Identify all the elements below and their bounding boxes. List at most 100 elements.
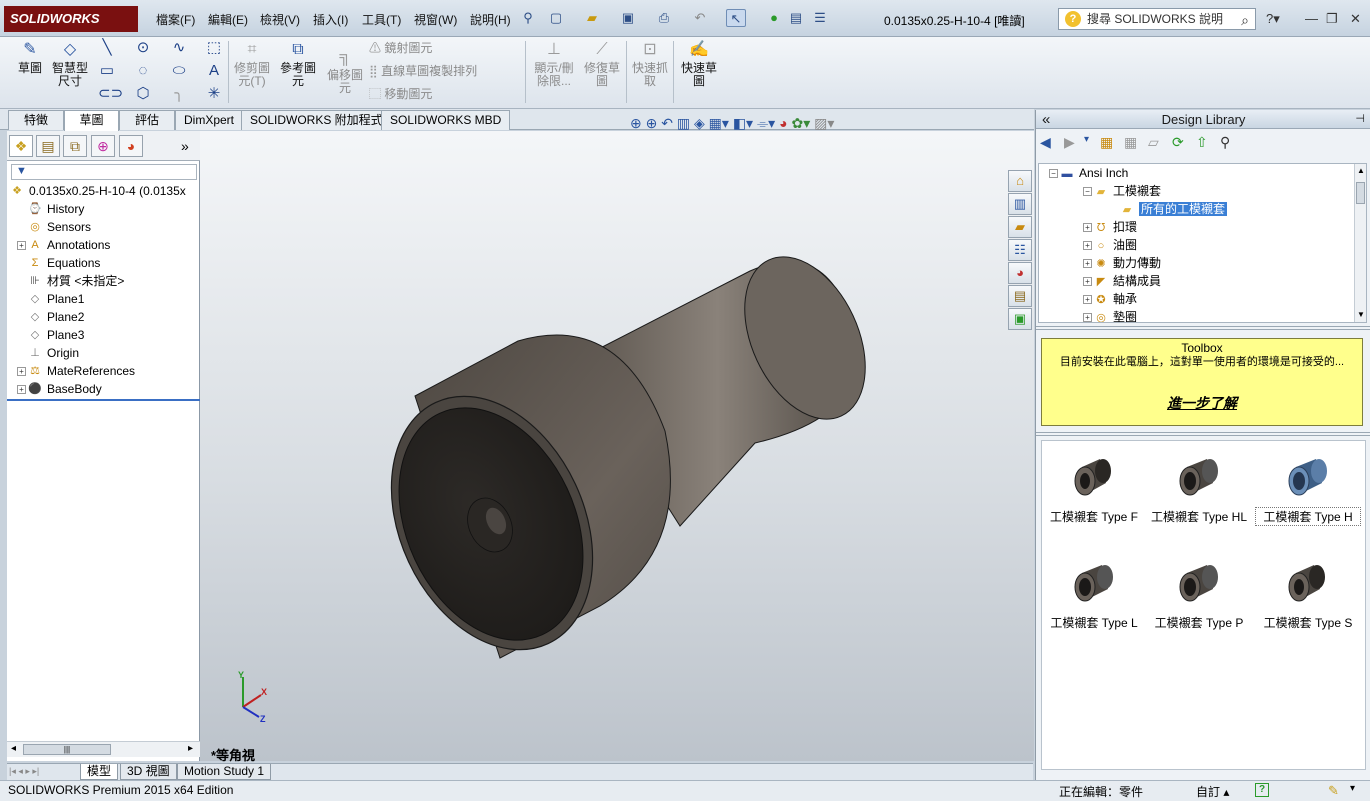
expand-plus-icon[interactable]: + [1083, 259, 1092, 269]
forward-icon[interactable]: ▶ [1064, 134, 1075, 151]
lib-tree-ansi-inch[interactable]: − ▬ Ansi Inch [1039, 164, 1366, 182]
forum-icon[interactable]: ▣ [1008, 308, 1032, 330]
lib-tree-all-jig-bushings[interactable]: ▰ 所有的工模襯套 [1039, 200, 1366, 218]
hide-show-items-icon[interactable]: ⌯▾ [757, 115, 775, 131]
zoom-to-fit-icon[interactable]: ⊕ [630, 115, 642, 131]
repair-sketch-button[interactable]: ⟋ 修復草 圖 [582, 40, 622, 88]
scroll-right-icon[interactable]: ▸ [188, 743, 193, 754]
print-icon[interactable]: ⎙ [654, 9, 674, 27]
tree-item-material[interactable]: ⊪ 材質 <未指定> [9, 272, 199, 290]
library-item-type-l[interactable]: 工模襯套 Type L [1042, 559, 1146, 631]
scroll-left-icon[interactable]: ◂ [11, 743, 16, 754]
spline-icon[interactable]: ∿ [170, 39, 188, 57]
menu-view[interactable]: 檢視(V) [260, 11, 300, 28]
circle-icon[interactable]: ⊙ [134, 39, 152, 57]
open-folder-icon[interactable]: ▰ [582, 9, 602, 27]
refresh-icon[interactable]: ⟳ [1172, 134, 1184, 151]
help-menu-icon[interactable]: ?▾ [1266, 11, 1280, 27]
dynamic-annotation-icon[interactable]: ◈ [694, 115, 705, 131]
expand-plus-icon[interactable]: + [1083, 295, 1092, 305]
construction-geometry-icon[interactable]: ⬚ [205, 39, 223, 57]
tag-dropdown-icon[interactable]: ▾ [1350, 783, 1355, 794]
move-entities-button[interactable]: ⬚ 移動圖元 [369, 85, 432, 102]
tree-item-origin[interactable]: ⊥ Origin [9, 344, 199, 362]
tree-item-mate-references[interactable]: + ⚖ MateReferences [9, 362, 199, 380]
slot-icon[interactable]: ⊂⊃ [98, 85, 123, 103]
select-cursor-icon[interactable]: ↖ [726, 9, 746, 27]
polygon-icon[interactable]: ⬡ [134, 85, 152, 103]
file-explorer-icon[interactable]: ▰ [1008, 216, 1032, 238]
lib-tree-o-rings[interactable]: + ○ 油圈 [1039, 236, 1366, 254]
previous-view-icon[interactable]: ↶ [661, 115, 673, 131]
rollback-bar[interactable] [7, 399, 200, 401]
edit-appearance-icon[interactable]: ◕ [779, 115, 787, 131]
zoom-to-area-icon[interactable]: ⊕ [646, 115, 658, 131]
expand-plus-icon[interactable]: + [1083, 223, 1092, 233]
add-file-location-icon[interactable]: ▦ [1124, 134, 1137, 151]
tree-filter-input[interactable]: ▼ [11, 164, 197, 180]
save-icon[interactable]: ▣ [618, 9, 638, 27]
tree-item-plane3[interactable]: ◇ Plane3 [9, 326, 199, 344]
library-item-type-p[interactable]: 工模襯套 Type P [1147, 559, 1251, 631]
rebuild-icon[interactable]: ● [764, 9, 784, 27]
menu-tools[interactable]: 工具(T) [362, 11, 401, 28]
home-icon[interactable]: ⌂ [1008, 170, 1032, 192]
property-manager-tab-icon[interactable]: ▤ [36, 135, 60, 157]
menu-edit[interactable]: 編輯(E) [208, 11, 248, 28]
view-palette-icon[interactable]: ☷ [1008, 239, 1032, 261]
expand-plus-icon[interactable]: + [1083, 313, 1092, 322]
arc-icon[interactable]: ◌ [134, 62, 152, 80]
pin-icon[interactable]: ⚲ [518, 9, 538, 27]
library-item-type-s[interactable]: 工模襯套 Type S [1256, 559, 1360, 631]
help-search-input[interactable]: ? 搜尋 SOLIDWORKS 說明 ⌕ [1058, 8, 1256, 30]
menu-window[interactable]: 視窗(W) [414, 11, 457, 28]
mirror-entities-button[interactable]: ⚠ 鏡射圖元 [369, 39, 432, 56]
horizontal-scrollbar[interactable]: ◂ ||| ▸ [7, 741, 200, 757]
expand-panel-icon[interactable]: » [181, 138, 189, 154]
dimxpert-manager-tab-icon[interactable]: ⊕ [91, 135, 115, 157]
restore-icon[interactable]: ❐ [1326, 11, 1338, 27]
expand-plus-icon[interactable]: + [1083, 241, 1092, 251]
splitter[interactable] [1036, 432, 1370, 436]
learn-more-link[interactable]: 進一步了解 [1042, 393, 1362, 413]
search-icon[interactable]: ⌕ [1241, 10, 1249, 30]
linear-pattern-button[interactable]: ⣿ 直線草圖複製排列 [369, 62, 477, 79]
rapid-sketch-button[interactable]: ✍ 快速草 圖 [678, 40, 720, 88]
tab-model[interactable]: 模型 [80, 764, 119, 780]
design-library-icon[interactable]: ▥ [1008, 193, 1032, 215]
menu-insert[interactable]: 插入(I) [313, 11, 348, 28]
part-model[interactable] [200, 131, 1034, 761]
collapse-minus-icon[interactable]: − [1049, 169, 1058, 179]
appearances-icon[interactable]: ◕ [1008, 262, 1032, 284]
quick-snaps-button[interactable]: ⊡ 快速抓 取 [630, 40, 670, 88]
up-one-level-icon[interactable]: ⇧ [1196, 134, 1208, 151]
convert-entities-button[interactable]: ⧉ 參考圖 元 [278, 40, 318, 88]
tree-item-plane1[interactable]: ◇ Plane1 [9, 290, 199, 308]
view-orientation-icon[interactable]: ▦▾ [709, 115, 729, 131]
tab-mbd[interactable]: SOLIDWORKS MBD [381, 110, 511, 130]
smart-dimension-button[interactable]: ◇ 智慧型 尺寸 [50, 40, 90, 88]
scroll-thumb[interactable] [1356, 182, 1365, 204]
lib-tree-retaining-rings[interactable]: + ᘮ 扣環 [1039, 218, 1366, 236]
apply-scene-icon[interactable]: ✿▾ [791, 115, 810, 131]
tag-icon[interactable]: ✎ [1328, 783, 1339, 799]
tree-item-plane2[interactable]: ◇ Plane2 [9, 308, 199, 326]
library-item-type-h[interactable]: 工模襯套 Type H [1255, 453, 1361, 526]
file-properties-icon[interactable]: ▤ [786, 9, 806, 27]
scroll-down-icon[interactable]: ▼ [1357, 310, 1365, 319]
line-icon[interactable]: ╲ [98, 39, 116, 57]
back-icon[interactable]: ◀ [1040, 134, 1051, 151]
splitter[interactable] [1036, 326, 1370, 330]
trim-entities-button[interactable]: ⌗ 修剪圖 元(T) [232, 40, 272, 88]
sketch-button[interactable]: ✎ 草圖 [12, 40, 48, 75]
lib-tree-structural-members[interactable]: + ◤ 結構成員 [1039, 272, 1366, 290]
tree-item-basebody[interactable]: + ⚫ BaseBody [9, 380, 199, 398]
collapse-pane-icon[interactable]: « [1042, 110, 1050, 129]
fillet-icon[interactable]: ╮ [170, 85, 188, 103]
tree-item-history[interactable]: ⌚ History [9, 200, 199, 218]
lib-tree-power-transmission[interactable]: + ✺ 動力傳動 [1039, 254, 1366, 272]
generate-library-icon[interactable]: ⚲ [1220, 134, 1230, 151]
display-delete-relations-button[interactable]: ⊥ 顯示/刪 除限... [532, 40, 576, 88]
tab-scroll-arrows-icon[interactable]: |◂ ◂ ▸ ▸| [9, 764, 39, 779]
help-icon[interactable]: ? [1255, 783, 1269, 797]
